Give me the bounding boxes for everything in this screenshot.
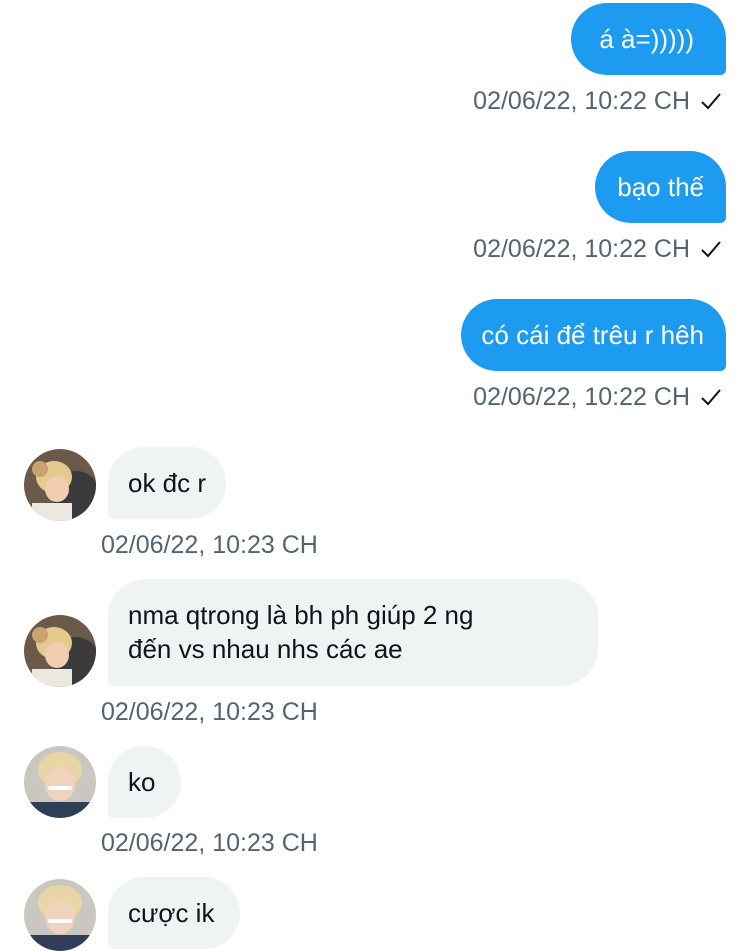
message-text: á à=))))) [599, 24, 694, 54]
message-bubble-sent[interactable]: bạo thế [595, 151, 726, 223]
message-text: ko [128, 767, 156, 797]
message-timestamp: 02/06/22, 10:22 CH [473, 235, 690, 263]
avatar[interactable] [24, 615, 96, 687]
checkmark-icon [701, 389, 721, 406]
checkmark-icon [701, 93, 721, 110]
message-bubble-received[interactable]: ko [108, 746, 182, 818]
message-bubble-received[interactable]: cược ik [108, 877, 241, 949]
message-bubble-received[interactable]: ok đc r [108, 447, 227, 519]
avatar[interactable] [24, 746, 96, 818]
avatar-b-image [24, 879, 96, 951]
message-timestamp: 02/06/22, 10:23 CH [101, 829, 318, 857]
message-bubble-received[interactable]: nma qtrong là bh ph giúp 2 ng đến vs nha… [108, 579, 598, 686]
avatar-a-image [24, 449, 96, 521]
message-bubble-sent[interactable]: có cái để trêu r hêh [461, 299, 726, 371]
message-meta: 02/06/22, 10:22 CH [473, 382, 722, 412]
message-text: có cái để trêu r hêh [481, 320, 704, 350]
message-timestamp: 02/06/22, 10:23 CH [101, 531, 318, 559]
message-meta: 02/06/22, 10:22 CH [473, 86, 722, 116]
message-text: cược ik [128, 898, 215, 928]
avatar-b-image [24, 746, 96, 818]
message-text-line: nma qtrong là bh ph giúp 2 ng [128, 600, 474, 630]
message-timestamp: 02/06/22, 10:22 CH [473, 87, 690, 115]
avatar-a-image [24, 615, 96, 687]
avatar[interactable] [24, 879, 96, 951]
message-bubble-sent[interactable]: á à=))))) [571, 3, 726, 75]
message-text-line: đến vs nhau nhs các ae [128, 634, 403, 664]
message-timestamp: 02/06/22, 10:23 CH [101, 698, 318, 726]
message-text: bạo thế [617, 172, 704, 202]
message-text: ok đc r [128, 468, 207, 498]
checkmark-icon [701, 241, 721, 258]
avatar[interactable] [24, 449, 96, 521]
message-meta: 02/06/22, 10:22 CH [473, 234, 722, 264]
message-timestamp: 02/06/22, 10:22 CH [473, 383, 690, 411]
